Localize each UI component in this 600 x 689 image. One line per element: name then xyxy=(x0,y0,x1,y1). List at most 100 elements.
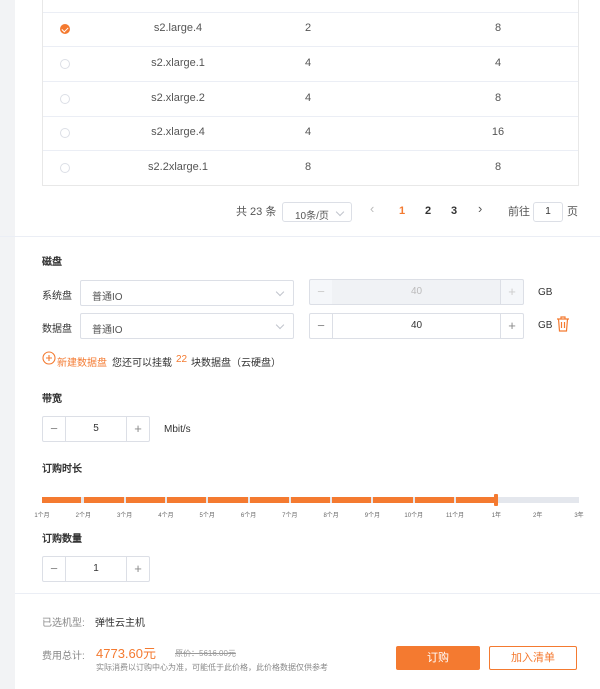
system-disk-type-value: 普通IO xyxy=(92,292,123,303)
system-disk-size-value: 40 xyxy=(332,280,501,304)
cpu-count: 4 xyxy=(304,126,312,138)
quantity-value[interactable]: 1 xyxy=(65,557,127,581)
duration-tick-label[interactable]: 9个月 xyxy=(357,510,387,519)
radio-button[interactable] xyxy=(60,128,70,138)
disk-hint-suffix: 块数据盘（云硬盘） xyxy=(191,358,281,369)
cpu-count: 4 xyxy=(304,92,312,104)
price-note: 实际消费以订购中心为准，可能低于此价格，此价格数据仅供参考 xyxy=(96,663,328,672)
minus-icon: − xyxy=(310,280,333,304)
add-data-disk-link[interactable]: 新建数据盘 xyxy=(57,354,107,369)
memory-size: 16 xyxy=(491,126,505,138)
cpu-count: 2 xyxy=(304,22,312,34)
table-row[interactable]: s2.xlarge.1 4 4 xyxy=(43,47,578,82)
increase-button[interactable]: + xyxy=(126,557,149,581)
duration-slider-filled-segment[interactable] xyxy=(414,497,455,503)
bandwidth-section-title: 带宽 xyxy=(42,394,62,405)
selected-model-label: 已选机型: xyxy=(42,618,85,629)
radio-button[interactable] xyxy=(60,163,70,173)
duration-slider-filled-segment[interactable] xyxy=(125,497,165,503)
page-number[interactable]: 2 xyxy=(425,205,431,217)
duration-slider-filled-segment[interactable] xyxy=(249,497,289,503)
goto-label: 前往 xyxy=(508,206,530,218)
duration-tick-label[interactable]: 1年 xyxy=(481,510,511,519)
data-disk-size-value[interactable]: 40 xyxy=(332,314,501,338)
disk-hint-count: 22 xyxy=(176,354,188,365)
original-price: 原价：5616.00元 xyxy=(175,649,236,658)
duration-slider-handle[interactable] xyxy=(494,494,498,506)
increase-button[interactable]: + xyxy=(500,314,523,338)
duration-tick-label[interactable]: 11个月 xyxy=(440,510,470,519)
duration-tick-label[interactable]: 6个月 xyxy=(234,510,264,519)
duration-slider-filled-segment[interactable] xyxy=(373,497,413,503)
duration-tick-label[interactable]: 8个月 xyxy=(316,510,346,519)
system-disk-type-select[interactable]: 普通IO xyxy=(80,280,294,306)
bandwidth-value[interactable]: 5 xyxy=(65,417,127,441)
table-row[interactable]: s2.large.4 2 8 xyxy=(43,12,578,47)
increase-button[interactable]: + xyxy=(126,417,149,441)
memory-size: 8 xyxy=(494,22,502,34)
memory-size: 8 xyxy=(494,92,502,104)
add-circle-icon[interactable] xyxy=(42,351,56,365)
duration-slider-filled-segment[interactable] xyxy=(42,497,82,503)
selected-model-value: 弹性云主机 xyxy=(95,618,145,629)
radio-button-selected[interactable] xyxy=(60,24,70,34)
section-divider xyxy=(0,236,600,237)
instance-table: s2.large.4 2 8 s2.xlarge.1 4 4 s2.xlarge… xyxy=(42,0,579,186)
duration-section-title: 订购时长 xyxy=(42,464,82,475)
duration-tick-label[interactable]: 2个月 xyxy=(68,510,98,519)
radio-button[interactable] xyxy=(60,59,70,69)
order-summary-footer xyxy=(15,593,600,689)
chevron-down-icon xyxy=(275,287,285,297)
prev-page-button[interactable]: ‹ xyxy=(370,201,374,216)
table-row[interactable]: s2.2xlarge.1 8 8 xyxy=(43,151,578,185)
page-number-current[interactable]: 1 xyxy=(399,205,405,217)
chevron-down-icon xyxy=(335,207,345,217)
duration-tick-label[interactable]: 5个月 xyxy=(192,510,222,519)
data-disk-size-stepper[interactable]: − 40 + xyxy=(309,313,524,339)
memory-size: 4 xyxy=(494,57,502,69)
flavor-name: s2.xlarge.4 xyxy=(151,126,205,138)
duration-tick-label[interactable]: 7个月 xyxy=(275,510,305,519)
duration-tick-label[interactable]: 2年 xyxy=(523,510,553,519)
duration-slider-filled-segment[interactable] xyxy=(84,497,124,503)
duration-slider-filled-segment[interactable] xyxy=(166,497,207,503)
duration-tick-label[interactable]: 1个月 xyxy=(27,510,57,519)
decrease-button[interactable]: − xyxy=(43,417,66,441)
quantity-section-title: 订购数量 xyxy=(42,534,82,545)
radio-button[interactable] xyxy=(60,94,70,104)
duration-slider-filled-segment[interactable] xyxy=(456,497,496,503)
flavor-name: s2.large.4 xyxy=(153,22,203,34)
pagination-total: 共 23 条 xyxy=(236,206,277,218)
quantity-stepper[interactable]: − 1 + xyxy=(42,556,150,582)
trash-icon[interactable] xyxy=(556,316,570,332)
page-size-select[interactable]: 10条/页 xyxy=(282,202,352,222)
duration-slider-filled-segment[interactable] xyxy=(332,497,372,503)
duration-slider-filled-segment[interactable] xyxy=(208,497,248,503)
duration-tick-label[interactable]: 3年 xyxy=(564,510,594,519)
data-disk-unit: GB xyxy=(538,320,553,331)
flavor-name: s2.xlarge.1 xyxy=(151,57,205,69)
bandwidth-unit: Mbit/s xyxy=(164,424,191,435)
duration-tick-label[interactable]: 4个月 xyxy=(151,510,181,519)
plus-icon: + xyxy=(500,280,523,304)
duration-tick-label[interactable]: 3个月 xyxy=(110,510,140,519)
next-page-button[interactable]: › xyxy=(478,201,482,216)
data-disk-type-select[interactable]: 普通IO xyxy=(80,313,294,339)
chevron-down-icon xyxy=(275,320,285,330)
data-disk-type-value: 普通IO xyxy=(92,325,123,336)
cost-total-value: 4773.60元 xyxy=(96,646,156,661)
duration-tick-label[interactable]: 10个月 xyxy=(399,510,429,519)
decrease-button[interactable]: − xyxy=(43,557,66,581)
goto-page-input[interactable]: 1 xyxy=(533,202,563,222)
table-row[interactable]: s2.xlarge.2 4 8 xyxy=(43,82,578,117)
cost-total-label: 费用总计: xyxy=(42,651,85,662)
order-button[interactable]: 订购 xyxy=(396,646,480,670)
table-row[interactable]: s2.xlarge.4 4 16 xyxy=(43,116,578,151)
flavor-name: s2.xlarge.2 xyxy=(151,92,205,104)
page-size-value: 10条/页 xyxy=(295,211,329,222)
add-to-list-button[interactable]: 加入清单 xyxy=(489,646,577,670)
duration-slider-filled-segment[interactable] xyxy=(290,497,331,503)
decrease-button[interactable]: − xyxy=(310,314,333,338)
bandwidth-stepper[interactable]: − 5 + xyxy=(42,416,150,442)
page-number[interactable]: 3 xyxy=(451,205,457,217)
